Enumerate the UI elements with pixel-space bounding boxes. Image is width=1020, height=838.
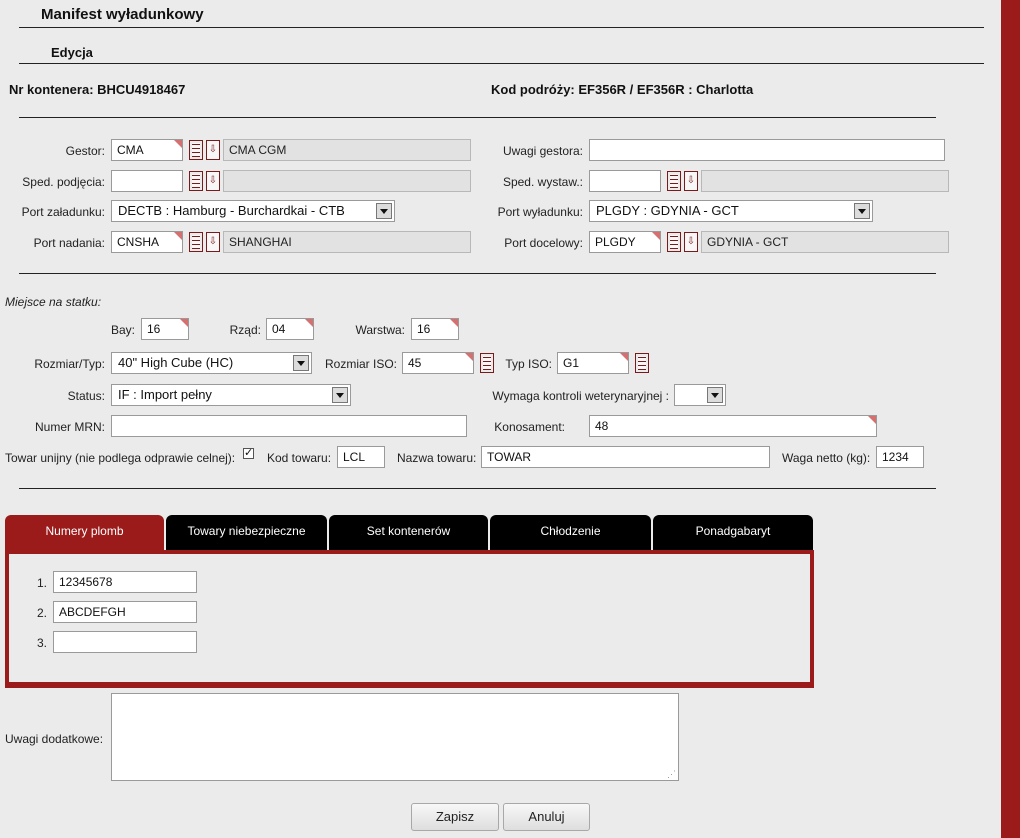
seal-index: 2. bbox=[36, 606, 47, 620]
rozmiar-iso-label: Rozmiar ISO: bbox=[324, 357, 397, 371]
uwagi-gestora-input[interactable] bbox=[589, 139, 945, 161]
sped-podjecia-download-icon[interactable]: ⇩ bbox=[206, 171, 220, 191]
seal-input-3[interactable] bbox=[53, 631, 197, 653]
bay-label: Bay: bbox=[110, 323, 135, 337]
port-nadania-download-icon[interactable]: ⇩ bbox=[206, 232, 220, 252]
gestor-label: Gestor: bbox=[65, 144, 105, 158]
towar-unijny-label: Towar unijny (nie podlega odprawie celne… bbox=[5, 451, 236, 465]
port-nadania-label: Port nadania: bbox=[33, 236, 105, 250]
typ-iso-label: Typ ISO: bbox=[505, 357, 552, 371]
uwagi-dodatkowe-label: Uwagi dodatkowe: bbox=[5, 732, 104, 746]
dropdown-arrow-icon[interactable] bbox=[332, 387, 348, 403]
sped-podjecia-list-icon[interactable] bbox=[189, 171, 203, 191]
status-select[interactable]: IF : Import pełny bbox=[111, 384, 351, 406]
gestor-list-icon[interactable] bbox=[189, 140, 203, 160]
seal-index: 3. bbox=[36, 636, 47, 650]
divider bbox=[19, 63, 984, 64]
save-button[interactable]: Zapisz bbox=[411, 803, 499, 831]
page-subtitle: Edycja bbox=[51, 45, 93, 60]
divider bbox=[19, 273, 936, 274]
bay-input[interactable]: 16 bbox=[141, 318, 189, 340]
waga-netto-input[interactable]: 1234 bbox=[876, 446, 924, 468]
typ-iso-list-icon[interactable] bbox=[635, 353, 649, 373]
dropdown-arrow-icon[interactable] bbox=[376, 203, 392, 219]
dropdown-arrow-icon[interactable] bbox=[293, 355, 309, 371]
ship-place-heading: Miejsce na statku: bbox=[5, 295, 102, 309]
divider bbox=[19, 488, 936, 489]
nazwa-towaru-label: Nazwa towaru: bbox=[397, 451, 477, 465]
seal-input-1[interactable]: 12345678 bbox=[53, 571, 197, 593]
port-docelowy-label: Port docelowy: bbox=[504, 236, 583, 250]
weterynaria-select[interactable] bbox=[674, 384, 726, 406]
warstwa-input[interactable]: 16 bbox=[411, 318, 459, 340]
status-label: Status: bbox=[67, 389, 105, 403]
rzad-label: Rząd: bbox=[229, 323, 261, 337]
right-accent-bar bbox=[1001, 0, 1020, 838]
divider bbox=[19, 117, 936, 118]
rozmiar-iso-list-icon[interactable] bbox=[480, 353, 494, 373]
gestor-download-icon[interactable]: ⇩ bbox=[206, 140, 220, 160]
sped-podjecia-label: Sped. podjęcia: bbox=[22, 175, 105, 189]
numer-mrn-input[interactable] bbox=[111, 415, 467, 437]
gestor-name-field: CMA CGM bbox=[223, 139, 471, 161]
sped-wystaw-list-icon[interactable] bbox=[667, 171, 681, 191]
dropdown-arrow-icon[interactable] bbox=[707, 387, 723, 403]
tab-ponadgabaryt[interactable]: Ponadgabaryt bbox=[653, 515, 813, 551]
konosament-input[interactable]: 48 bbox=[589, 415, 877, 437]
port-docelowy-list-icon[interactable] bbox=[667, 232, 681, 252]
warstwa-label: Warstwa: bbox=[355, 323, 405, 337]
gestor-code-input[interactable]: CMA bbox=[111, 139, 183, 161]
dropdown-arrow-icon[interactable] bbox=[854, 203, 870, 219]
tab-chlodzenie[interactable]: Chłodzenie bbox=[490, 515, 651, 551]
port-nadania-code-input[interactable]: CNSHA bbox=[111, 231, 183, 253]
kod-towaru-input[interactable]: LCL bbox=[337, 446, 385, 468]
divider bbox=[19, 27, 984, 28]
port-docelowy-download-icon[interactable]: ⇩ bbox=[684, 232, 698, 252]
resize-grip-icon[interactable]: ⋰ bbox=[667, 770, 676, 779]
voyage-code: Kod podróży: EF356R / EF356R : Charlotta bbox=[491, 82, 754, 97]
port-zaladunku-select[interactable]: DECTB : Hamburg - Burchardkai - CTB bbox=[111, 200, 395, 222]
page-title: Manifest wyładunkowy bbox=[41, 6, 204, 23]
numer-mrn-label: Numer MRN: bbox=[34, 420, 105, 434]
rozmiar-typ-label: Rozmiar/Typ: bbox=[34, 357, 105, 371]
tab-numery-plomb[interactable]: Numery plomb bbox=[5, 515, 164, 551]
typ-iso-input[interactable]: G1 bbox=[557, 352, 629, 374]
tab-set-kontenerow[interactable]: Set kontenerów bbox=[329, 515, 488, 551]
port-zaladunku-label: Port załadunku: bbox=[21, 205, 105, 219]
seal-input-2[interactable]: ABCDEFGH bbox=[53, 601, 197, 623]
sped-podjecia-name-field bbox=[223, 170, 471, 192]
port-nadania-list-icon[interactable] bbox=[189, 232, 203, 252]
cancel-button[interactable]: Anuluj bbox=[503, 803, 590, 831]
port-docelowy-name-field: GDYNIA - GCT bbox=[701, 231, 949, 253]
sped-wystaw-name-field bbox=[701, 170, 949, 192]
rozmiar-typ-select[interactable]: 40" High Cube (HC) bbox=[111, 352, 312, 374]
port-wyladunku-label: Port wyładunku: bbox=[497, 205, 583, 219]
container-number: Nr kontenera: BHCU4918467 bbox=[9, 82, 186, 97]
towar-unijny-checkbox[interactable]: ✓ bbox=[243, 448, 254, 459]
rozmiar-iso-input[interactable]: 45 bbox=[402, 352, 474, 374]
port-docelowy-code-input[interactable]: PLGDY bbox=[589, 231, 661, 253]
weterynaria-label: Wymaga kontroli weterynaryjnej : bbox=[492, 389, 669, 403]
tab-towary-niebezpieczne[interactable]: Towary niebezpieczne bbox=[166, 515, 327, 551]
sped-wystaw-download-icon[interactable]: ⇩ bbox=[684, 171, 698, 191]
sped-podjecia-code-input[interactable] bbox=[111, 170, 183, 192]
konosament-label: Konosament: bbox=[494, 420, 565, 434]
waga-netto-label: Waga netto (kg): bbox=[782, 451, 871, 465]
uwagi-dodatkowe-textarea[interactable]: ⋰ bbox=[111, 693, 679, 781]
uwagi-gestora-label: Uwagi gestora: bbox=[502, 144, 583, 158]
sped-wystaw-label: Sped. wystaw.: bbox=[502, 175, 583, 189]
kod-towaru-label: Kod towaru: bbox=[267, 451, 332, 465]
rzad-input[interactable]: 04 bbox=[266, 318, 314, 340]
port-wyladunku-select[interactable]: PLGDY : GDYNIA - GCT bbox=[589, 200, 873, 222]
port-nadania-name-field: SHANGHAI bbox=[223, 231, 471, 253]
seal-index: 1. bbox=[36, 576, 47, 590]
nazwa-towaru-input[interactable]: TOWAR bbox=[481, 446, 770, 468]
sped-wystaw-code-input[interactable] bbox=[589, 170, 661, 192]
